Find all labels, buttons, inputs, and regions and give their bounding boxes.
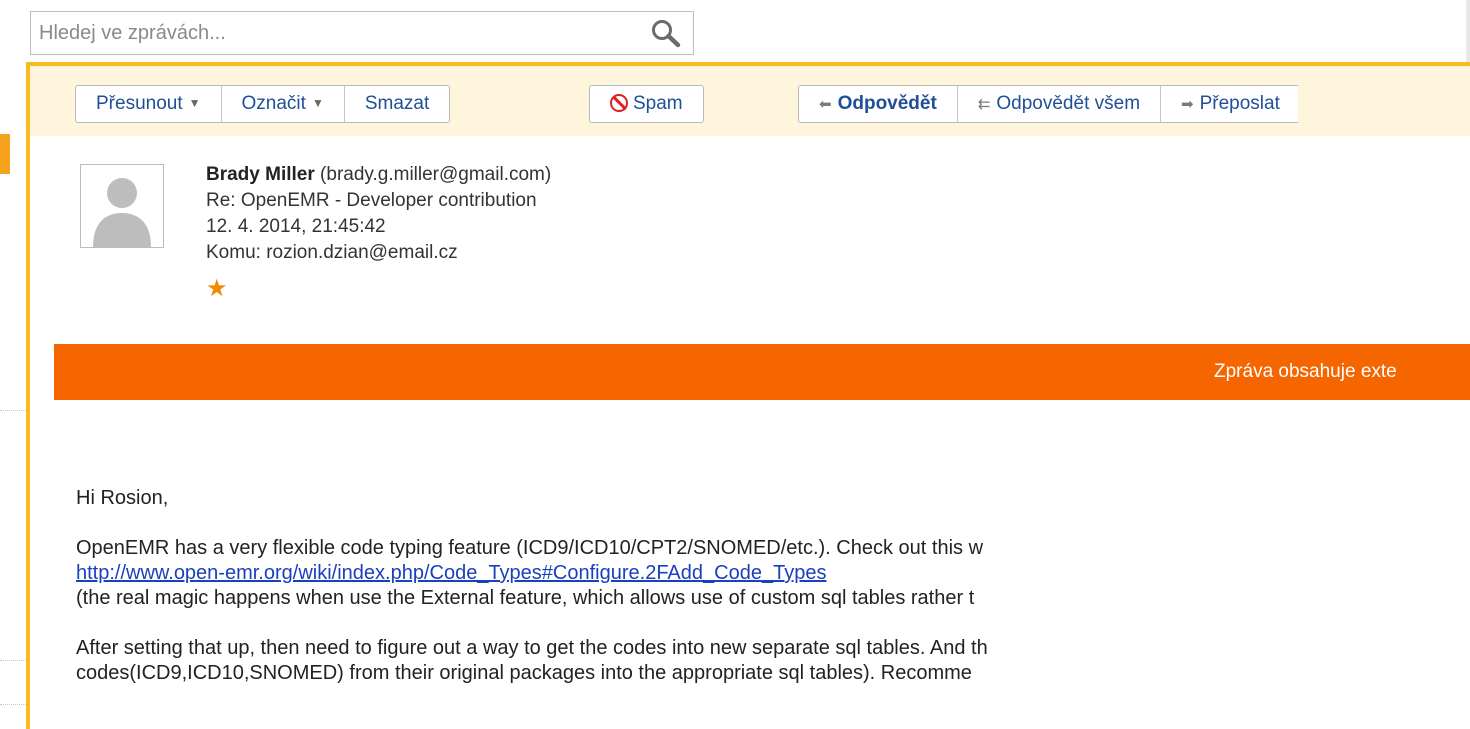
code-types-link[interactable]: http://www.open-emr.org/wiki/index.php/C… (76, 562, 826, 584)
notice-text: Zpráva obsahuje exte (1214, 361, 1397, 382)
delete-label: Smazat (364, 93, 430, 114)
message-panel: Přesunout ▼ Označit ▼ Smazat Spam ⬅ Odpověd… (26, 62, 1470, 729)
spam-label: Spam (633, 93, 683, 114)
mark-label: Označit (241, 93, 306, 114)
reply-all-button[interactable]: ⇇ Odpovědět všem (958, 86, 1162, 122)
sender-email: (brady.g.miller@gmail.com) (320, 164, 552, 185)
move-button[interactable]: Přesunout ▼ (76, 86, 222, 122)
spam-group: Spam (589, 85, 704, 123)
forward-label: Přeposlat (1199, 93, 1280, 114)
reply-group: ⬅ Odpovědět ⇇ Odpovědět všem ➡ Přeposlat (798, 85, 1298, 123)
divider (0, 704, 26, 705)
caret-down-icon: ▼ (311, 96, 324, 110)
forward-button[interactable]: ➡ Přeposlat (1161, 86, 1298, 122)
body-greeting: Hi Rosion, (76, 487, 169, 509)
body-text: After setting that up, then need to figu… (76, 637, 988, 659)
delete-button[interactable]: Smazat (345, 86, 449, 122)
mark-button[interactable]: Označit ▼ (222, 86, 345, 122)
avatar (80, 164, 164, 248)
forward-icon: ➡ (1181, 96, 1194, 113)
star-icon[interactable]: ★ (206, 277, 228, 301)
sender-name[interactable]: Brady Miller (206, 164, 315, 185)
message-body: Hi Rosion, OpenEMR has a very flexible c… (76, 486, 988, 686)
spam-button[interactable]: Spam (590, 86, 703, 122)
reply-label: Odpovědět (837, 93, 937, 114)
sender-line: Brady Miller (brady.g.miller@gmail.com) (206, 162, 551, 188)
body-text: (the real magic happens when use the Ext… (76, 587, 975, 609)
message-date: 12. 4. 2014, 21:45:42 (206, 216, 386, 237)
search-input[interactable] (39, 12, 639, 54)
mail-viewer: Přesunout ▼ Označit ▼ Smazat Spam ⬅ Odpověd… (0, 0, 1470, 729)
reply-all-icon: ⇇ (977, 96, 991, 113)
reply-all-label: Odpovědět všem (996, 93, 1141, 114)
divider (0, 410, 26, 411)
message-header: Brady Miller (brady.g.miller@gmail.com) … (206, 162, 551, 266)
search-box (30, 11, 694, 55)
left-orange-tab (0, 134, 10, 174)
message-toolbar: Přesunout ▼ Označit ▼ Smazat Spam ⬅ Odpověd… (30, 66, 1470, 136)
move-label: Přesunout (96, 93, 183, 114)
message-recipient: Komu: rozion.dzian@email.cz (206, 242, 458, 263)
body-text: OpenEMR has a very flexible code typing … (76, 537, 984, 559)
reply-icon: ⬅ (819, 96, 832, 113)
avatar-placeholder-icon (93, 178, 151, 247)
external-content-notice[interactable]: Zpráva obsahuje exte (54, 344, 1470, 400)
reply-button[interactable]: ⬅ Odpovědět (799, 86, 958, 122)
caret-down-icon: ▼ (188, 96, 201, 110)
body-text: codes(ICD9,ICD10,SNOMED) from their orig… (76, 662, 972, 684)
search-icon[interactable] (649, 18, 683, 48)
message-actions-group: Přesunout ▼ Označit ▼ Smazat (75, 85, 451, 123)
spam-icon (610, 94, 628, 112)
divider (0, 660, 26, 661)
message-subject: Re: OpenEMR - Developer contribution (206, 190, 537, 211)
